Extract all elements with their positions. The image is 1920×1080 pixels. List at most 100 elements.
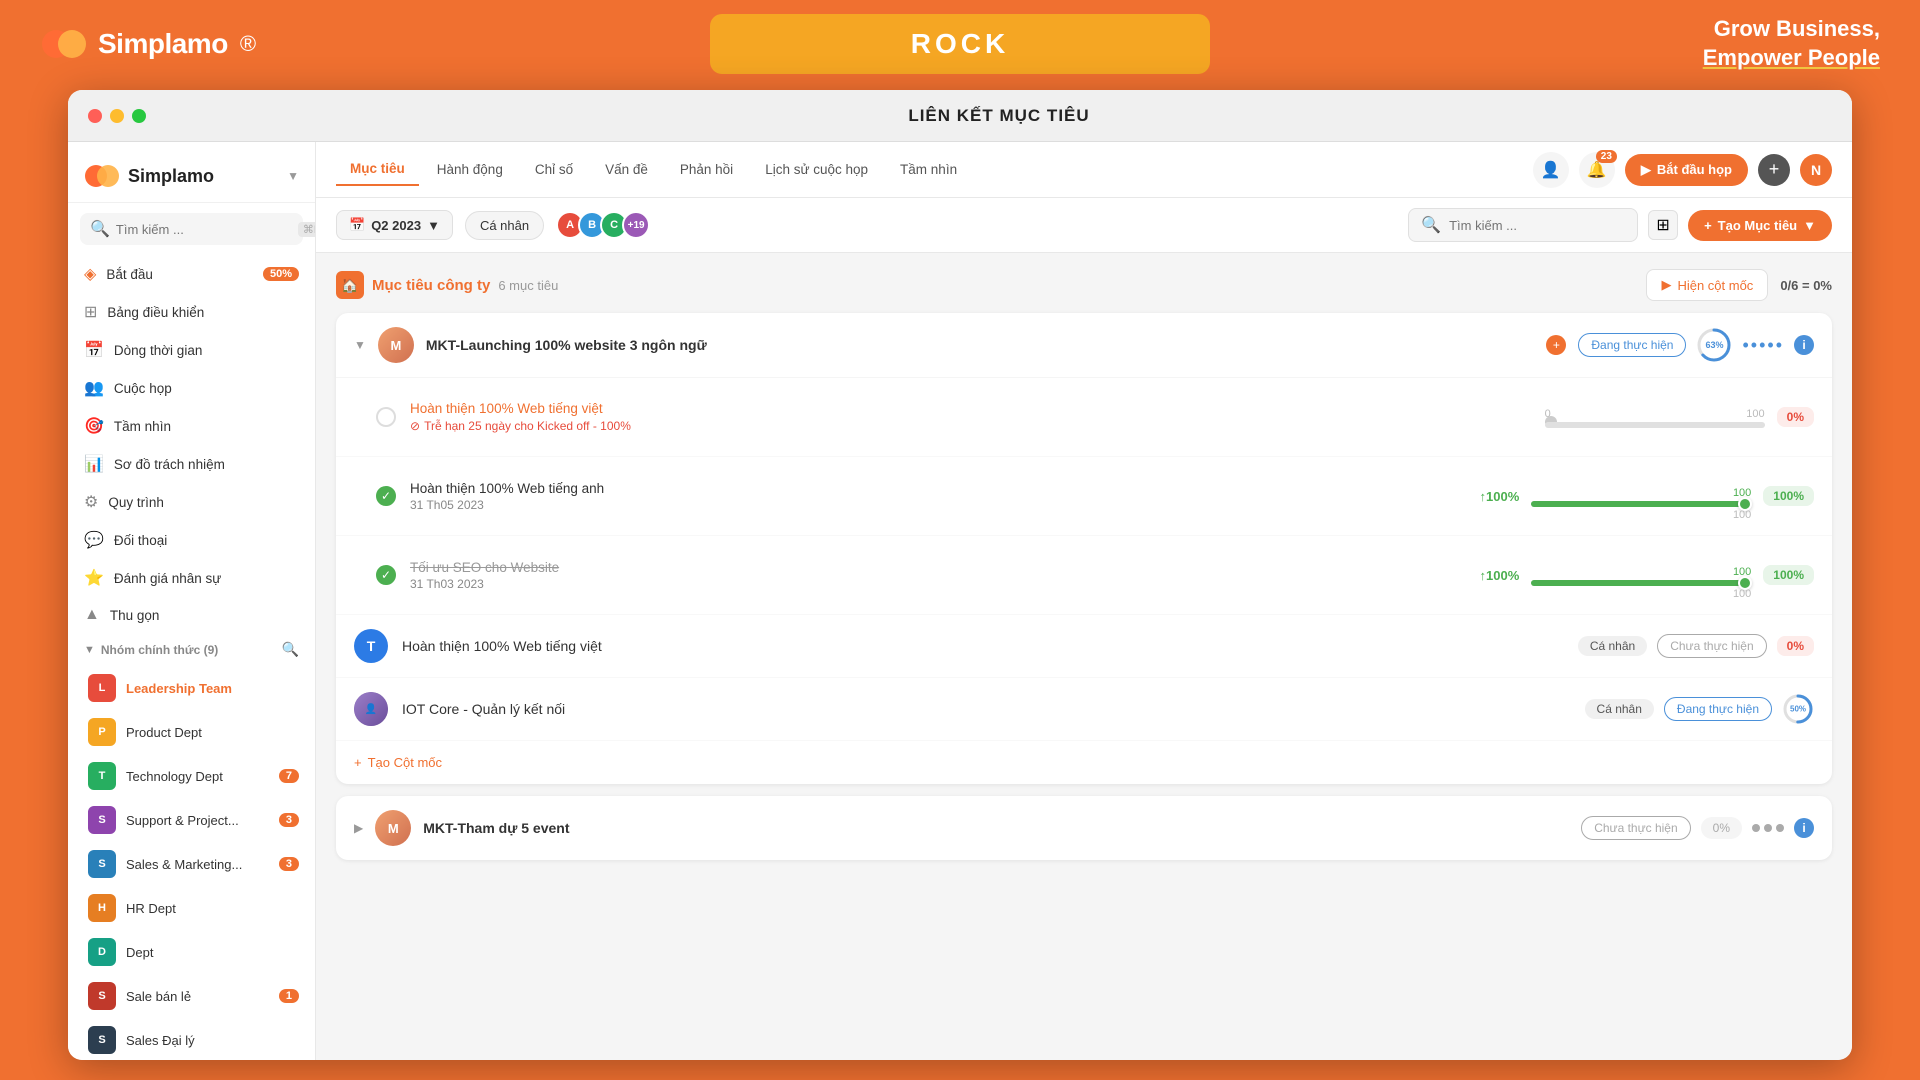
sidebar-item-thu-gon[interactable]: ▲ Thu gọn [68, 597, 315, 633]
goal-expand-icon[interactable]: ▼ [354, 338, 366, 352]
top-logo-trademark: ® [240, 31, 256, 57]
key-result-2: ✓ Hoàn thiện 100% Web tiếng anh 31 Th05 … [336, 457, 1832, 536]
goal2-expand-icon[interactable]: ▶ [354, 821, 363, 835]
kr-checkbox-1[interactable] [376, 407, 396, 427]
kr-percent-2: 100% [1763, 486, 1814, 506]
goal-dots-1[interactable]: ••••• [1742, 335, 1784, 356]
goal-info-icon-1[interactable]: i [1794, 335, 1814, 355]
nav-hanh-dong[interactable]: Hành động [423, 154, 517, 185]
linked-goal-status-2[interactable]: Đang thực hiện [1664, 697, 1772, 721]
create-milestone-button[interactable]: + Tạo Cột mốc [354, 755, 442, 770]
window-minimize-btn[interactable] [110, 109, 124, 123]
sidebar-item-so-do[interactable]: 📊 Sơ đồ trách nhiệm [68, 445, 315, 483]
notifications-btn[interactable]: 🔔 23 [1579, 152, 1615, 188]
user-profile-btn[interactable]: 👤 [1533, 152, 1569, 188]
avatar-group: A B C +19 [556, 211, 650, 239]
thu-gon-icon: ▲ [84, 606, 100, 624]
product-color-dot: P [88, 718, 116, 746]
kr-progress-wrapper-1: 0 100 [1545, 392, 1765, 442]
window-title: LIÊN KẾT MỤC TIÊU [166, 106, 1832, 126]
kr-deadline-2: 31 Th05 2023 [410, 498, 1466, 512]
kr-value-3: ↑100% [1480, 568, 1520, 583]
goal2-info-icon[interactable]: i [1794, 818, 1814, 838]
sidebar-group-sale-ban-le[interactable]: S Sale bán lẻ 1 [68, 974, 315, 1018]
sidebar-group-support[interactable]: S Support & Project... 3 [68, 798, 315, 842]
user-avatar[interactable]: N [1800, 154, 1832, 186]
kr-value-2: ↑100% [1480, 489, 1520, 504]
kr-info-3: Tối ưu SEO cho Website 31 Th03 2023 [410, 560, 1466, 591]
goal-status-badge-1[interactable]: Đang thực hiện [1578, 333, 1686, 357]
start-meeting-button[interactable]: ▶ Bắt đầu họp [1625, 154, 1748, 186]
window-close-btn[interactable] [88, 109, 102, 123]
sidebar-chevron-icon[interactable]: ▼ [287, 169, 299, 183]
window-maximize-btn[interactable] [132, 109, 146, 123]
section-title: Mục tiêu công ty [372, 277, 490, 294]
kr-deadline-3: 31 Th03 2023 [410, 577, 1466, 591]
goal-title-2: MKT-Tham dự 5 event [423, 820, 1569, 836]
quarter-selector[interactable]: 📅 Q2 2023 ▼ [336, 210, 453, 240]
main-content: Mục tiêu Hành động Chỉ số Vấn đề Phản hồ… [316, 142, 1852, 1060]
goal-title-1: MKT-Launching 100% website 3 ngôn ngữ [426, 337, 1535, 353]
linked-goal-status-1[interactable]: Chưa thực hiện [1657, 634, 1766, 658]
sidebar-item-cuoc-hop[interactable]: 👥 Cuộc họp [68, 369, 315, 407]
nav-chi-so[interactable]: Chỉ số [521, 154, 587, 185]
kr-checkbox-2[interactable]: ✓ [376, 486, 396, 506]
sidebar-group-product[interactable]: P Product Dept [68, 710, 315, 754]
toolbar-search-input[interactable] [1449, 218, 1625, 233]
section-header: 🏠 Mục tiêu công ty 6 mục tiêu ▶ Hiện cột… [336, 269, 1832, 301]
sidebar-groups-header[interactable]: ▼ Nhóm chính thức (9) 🔍 [68, 633, 315, 666]
toolbar-search[interactable]: 🔍 [1408, 208, 1638, 242]
add-button[interactable]: + [1758, 154, 1790, 186]
linked-goal-right-2: Cá nhân Đang thực hiện 50% [1585, 693, 1814, 725]
goal2-status-badge[interactable]: Chưa thực hiện [1581, 816, 1690, 840]
sidebar-group-hr[interactable]: H HR Dept [68, 886, 315, 930]
nav-muc-tieu[interactable]: Mục tiêu [336, 153, 419, 186]
kr-right-2: ↑100% 100 100 [1480, 471, 1814, 521]
sidebar-item-doi-thoai[interactable]: 💬 Đối thoại [68, 521, 315, 559]
sidebar-group-dept[interactable]: D Dept [68, 930, 315, 974]
kr-warning-1: ⊘ Trễ hạn 25 ngày cho Kicked off - 100% [410, 419, 1531, 433]
create-goal-button[interactable]: + Tạo Mục tiêu ▼ [1688, 210, 1832, 241]
user-icon: 👤 [1541, 160, 1561, 180]
sidebar-group-technology[interactable]: T Technology Dept 7 [68, 754, 315, 798]
sidebar-item-quy-trinh[interactable]: ⚙ Quy trình [68, 483, 315, 521]
nav-tam-nhin[interactable]: Tầm nhìn [886, 154, 971, 185]
sidebar-item-bang-dieu-khien[interactable]: ⊞ Bảng điều khiển [68, 293, 315, 331]
sidebar-search-input[interactable] [116, 222, 292, 237]
cuoc-hop-icon: 👥 [84, 378, 104, 398]
nav-phan-hoi[interactable]: Phản hồi [666, 154, 747, 185]
sidebar-group-sales-marketing[interactable]: S Sales & Marketing... 3 [68, 842, 315, 886]
kr-checkbox-3[interactable]: ✓ [376, 565, 396, 585]
avatar-more[interactable]: +19 [622, 211, 650, 239]
nav-lich-su[interactable]: Lịch sử cuộc họp [751, 154, 882, 185]
doi-thoai-icon: 💬 [84, 530, 104, 550]
goal-card-2-right: Chưa thực hiện 0% i [1581, 816, 1814, 840]
key-result-3: ✓ Tối ưu SEO cho Website 31 Th03 2023 ↑1… [336, 536, 1832, 615]
sidebar-item-bat-dau[interactable]: ◈ Bắt đầu 50% [68, 255, 315, 293]
nav-van-de[interactable]: Vấn đề [591, 154, 662, 185]
sidebar-group-leadership[interactable]: L Leadership Team [68, 666, 315, 710]
sidebar-search[interactable]: 🔍 ⌘K [80, 213, 303, 245]
kr-title-2: Hoàn thiện 100% Web tiếng anh [410, 481, 1466, 496]
sidebar-item-danh-gia[interactable]: ⭐ Đánh giá nhân sự [68, 559, 315, 597]
groups-search-icon[interactable]: 🔍 [282, 641, 299, 658]
sidebar-item-tam-nhin[interactable]: 🎯 Tầm nhìn [68, 407, 315, 445]
bell-icon: 🔔 [1587, 160, 1607, 180]
chevron-icon: ▼ [1803, 218, 1816, 233]
goal-header-right-1: Đang thực hiện 63% ••••• i [1578, 327, 1814, 363]
so-do-icon: 📊 [84, 454, 104, 474]
tam-nhin-icon: 🎯 [84, 416, 104, 436]
show-milestone-button[interactable]: ▶ Hiện cột mốc [1646, 269, 1768, 301]
technology-color-dot: T [88, 762, 116, 790]
goal2-dots[interactable] [1752, 824, 1784, 832]
sidebar-group-sales-dai-ly[interactable]: S Sales Đại lý [68, 1018, 315, 1060]
sidebar: Simplamo ▼ 🔍 ⌘K ◈ Bắt đầu 50% ⊞ Bảng điề… [68, 142, 316, 1060]
sidebar-item-dong-thoi-gian[interactable]: 📅 Dòng thời gian [68, 331, 315, 369]
personal-filter-btn[interactable]: Cá nhân [465, 211, 544, 240]
goal-add-icon[interactable]: + [1546, 335, 1566, 355]
top-nav: Mục tiêu Hành động Chỉ số Vấn đề Phản hồ… [316, 142, 1852, 198]
toolbar-search-icon: 🔍 [1421, 215, 1441, 235]
filter-icon: ⊞ [1656, 215, 1669, 235]
top-nav-right: 👤 🔔 23 ▶ Bắt đầu họp + N [1533, 152, 1832, 188]
filter-options-btn[interactable]: ⊞ [1648, 210, 1678, 240]
